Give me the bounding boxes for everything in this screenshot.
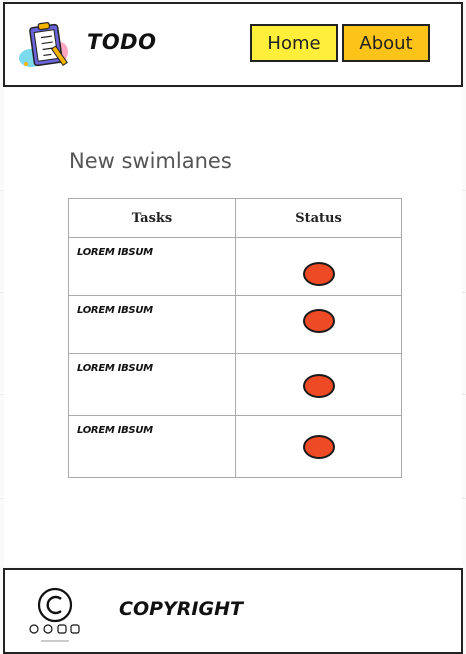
table-row: LOREM IBSUM xyxy=(68,237,402,296)
task-cell: LOREM IBSUM xyxy=(68,237,236,296)
table-row: LOREM IBSUM xyxy=(68,295,402,354)
clipboard-checklist-icon xyxy=(19,22,68,67)
status-column-header: Status xyxy=(235,198,402,238)
top-navbar: TODO Home About xyxy=(3,2,463,87)
status-cell xyxy=(235,353,402,416)
copyright-text: COPYRIGHT xyxy=(119,598,243,620)
table-header-row: Tasks Status xyxy=(68,198,402,238)
task-cell: LOREM IBSUM xyxy=(68,415,236,478)
license-icons xyxy=(29,624,80,634)
main-content: New swimlanes Tasks Status LOREM IBSUM L… xyxy=(4,88,462,566)
status-cell xyxy=(235,295,402,354)
task-cell: LOREM IBSUM xyxy=(68,295,236,354)
swimlanes-table: Tasks Status LOREM IBSUM LOREM IBSUM LOR… xyxy=(68,198,402,478)
nav-home-button[interactable]: Home xyxy=(250,24,338,62)
task-cell: LOREM IBSUM xyxy=(68,353,236,416)
status-indicator[interactable] xyxy=(302,262,335,286)
table-row: LOREM IBSUM xyxy=(68,415,402,478)
table-row: LOREM IBSUM xyxy=(68,353,402,416)
status-indicator[interactable] xyxy=(302,309,335,333)
status-cell xyxy=(235,237,402,296)
status-indicator[interactable] xyxy=(302,435,335,459)
footer: COPYRIGHT xyxy=(3,568,463,654)
page-title: New swimlanes xyxy=(69,149,232,173)
brand-title: TODO xyxy=(87,30,157,54)
nav-about-button[interactable]: About xyxy=(342,24,430,62)
status-indicator[interactable] xyxy=(302,374,335,398)
status-cell xyxy=(235,415,402,478)
main-nav: Home About xyxy=(250,24,430,62)
copyright-icon xyxy=(29,587,80,642)
tasks-column-header: Tasks xyxy=(68,198,236,238)
